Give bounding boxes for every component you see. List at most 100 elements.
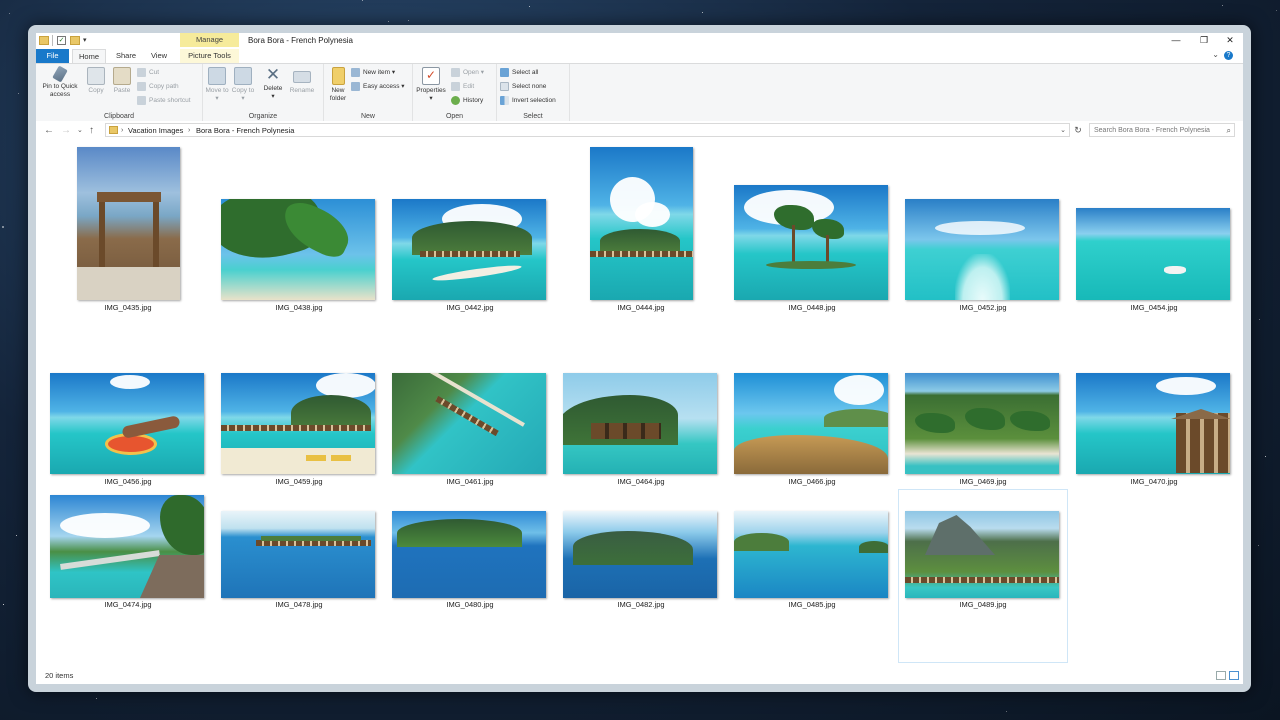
- file-item[interactable]: IMG_0466.jpg: [727, 315, 897, 489]
- delete-button[interactable]: ✕ Delete ▾: [259, 66, 287, 101]
- file-item[interactable]: IMG_0456.jpg: [43, 315, 213, 489]
- properties-button[interactable]: ✓ Properties ▾: [415, 67, 447, 103]
- select-none-button[interactable]: Select none: [500, 81, 546, 93]
- file-item[interactable]: IMG_0482.jpg: [556, 489, 726, 663]
- navigation-bar: ← → ⌄ ↑ › Vacation Images › Bora Bora - …: [36, 121, 1243, 141]
- refresh-icon[interactable]: ↻: [1072, 123, 1084, 137]
- new-item-button[interactable]: New item ▾: [351, 67, 395, 79]
- file-name: IMG_0466.jpg: [788, 477, 836, 486]
- file-item[interactable]: IMG_0448.jpg: [727, 141, 897, 315]
- search-input[interactable]: Search Bora Bora - French Polynesia ⌕: [1089, 123, 1235, 137]
- minimize-icon[interactable]: —: [1163, 34, 1189, 47]
- file-item[interactable]: IMG_0459.jpg: [214, 315, 384, 489]
- file-name: IMG_0438.jpg: [275, 303, 323, 312]
- star: [702, 12, 703, 13]
- history-icon: [451, 95, 460, 105]
- close-icon[interactable]: ✕: [1217, 34, 1243, 47]
- maximize-icon[interactable]: ❐: [1191, 34, 1217, 47]
- file-name: IMG_0485.jpg: [788, 600, 836, 609]
- cut-button[interactable]: Cut: [137, 67, 159, 79]
- paste-button[interactable]: Paste: [108, 67, 136, 95]
- new-folder-icon: [331, 67, 345, 85]
- file-item[interactable]: IMG_0442.jpg: [385, 141, 555, 315]
- star: [96, 698, 97, 699]
- file-item[interactable]: IMG_0444.jpg: [556, 141, 726, 315]
- file-item[interactable]: IMG_0470.jpg: [1069, 315, 1239, 489]
- copy-to-button[interactable]: Copy to ▾: [229, 67, 257, 103]
- recent-locations-icon[interactable]: ⌄: [77, 124, 83, 138]
- tab-manage[interactable]: Manage: [180, 33, 239, 47]
- image-thumbnail: [563, 373, 717, 474]
- help-icon[interactable]: ?: [1224, 51, 1233, 60]
- file-item[interactable]: IMG_0480.jpg: [385, 489, 555, 663]
- file-name: IMG_0482.jpg: [617, 600, 665, 609]
- large-icons-view-icon[interactable]: [1229, 671, 1239, 680]
- forward-icon[interactable]: →: [61, 124, 71, 138]
- copy-button[interactable]: Copy: [82, 67, 110, 95]
- group-new: New folder New item ▾ Easy access ▾ New: [324, 64, 413, 121]
- file-item[interactable]: IMG_0485.jpg: [727, 489, 897, 663]
- properties-quick-icon[interactable]: ✓: [57, 36, 66, 45]
- image-thumbnail: [392, 373, 546, 474]
- tab-view[interactable]: View: [144, 49, 174, 63]
- tab-share[interactable]: Share: [109, 49, 143, 63]
- select-all-button[interactable]: Select all: [500, 67, 538, 79]
- address-bar[interactable]: › Vacation Images › Bora Bora - French P…: [105, 123, 1070, 137]
- chevron-down-icon[interactable]: ⌄: [1060, 124, 1066, 137]
- star: [3, 604, 4, 605]
- ribbon: Pin to Quick access Copy Paste Cut Copy …: [36, 63, 1243, 122]
- new-folder-button[interactable]: New folder: [324, 67, 352, 103]
- scissors-icon: [137, 67, 146, 77]
- file-item[interactable]: IMG_0452.jpg: [898, 141, 1068, 315]
- tab-file[interactable]: File: [36, 49, 69, 63]
- chevron-down-icon[interactable]: ⌄: [1212, 50, 1219, 59]
- file-item[interactable]: IMG_0464.jpg: [556, 315, 726, 489]
- open-button[interactable]: Open ▾: [451, 67, 484, 79]
- group-label: Open: [445, 113, 464, 120]
- tab-picture-tools[interactable]: Picture Tools: [180, 49, 239, 63]
- file-name: IMG_0470.jpg: [1130, 477, 1178, 486]
- breadcrumb-vacation-images[interactable]: Vacation Images: [128, 124, 183, 137]
- easy-access-button[interactable]: Easy access ▾: [351, 81, 405, 93]
- details-view-icon[interactable]: [1216, 671, 1226, 680]
- image-thumbnail: [392, 511, 546, 598]
- file-item[interactable]: IMG_0478.jpg: [214, 489, 384, 663]
- file-item[interactable]: IMG_0474.jpg: [43, 489, 213, 663]
- status-bar: 20 items: [36, 669, 1243, 684]
- file-item[interactable]: IMG_0454.jpg: [1069, 141, 1239, 315]
- star: [388, 21, 389, 22]
- file-item-selected[interactable]: IMG_0489.jpg: [898, 489, 1068, 663]
- invert-selection-icon: [500, 95, 509, 105]
- star: [1276, 10, 1277, 11]
- search-icon: ⌕: [1226, 126, 1231, 135]
- paste-shortcut-icon: [137, 95, 146, 105]
- edit-button[interactable]: Edit: [451, 81, 474, 93]
- back-icon[interactable]: ←: [44, 124, 54, 138]
- customize-toolbar-icon[interactable]: ▾: [83, 35, 91, 46]
- file-name: IMG_0478.jpg: [275, 600, 323, 609]
- history-button[interactable]: History: [451, 95, 483, 107]
- chevron-right-icon[interactable]: ›: [188, 124, 190, 137]
- up-icon[interactable]: ↑: [89, 124, 94, 138]
- chevron-right-icon[interactable]: ›: [121, 124, 123, 137]
- rename-button[interactable]: Rename: [286, 67, 318, 95]
- image-thumbnail: [590, 147, 693, 300]
- breadcrumb-current-folder[interactable]: Bora Bora - French Polynesia: [196, 124, 294, 137]
- file-item[interactable]: IMG_0435.jpg: [43, 141, 213, 315]
- file-name: IMG_0459.jpg: [275, 477, 323, 486]
- new-folder-quick-icon[interactable]: [70, 36, 80, 45]
- move-to-button[interactable]: Move to ▾: [203, 67, 231, 103]
- star: [18, 93, 19, 94]
- copy-path-button[interactable]: Copy path: [137, 81, 179, 93]
- file-item[interactable]: IMG_0461.jpg: [385, 315, 555, 489]
- file-item[interactable]: IMG_0438.jpg: [214, 141, 384, 315]
- pin-to-quick-access-button[interactable]: Pin to Quick access: [38, 65, 82, 99]
- window-title: Bora Bora - French Polynesia: [248, 36, 353, 45]
- file-item[interactable]: IMG_0469.jpg: [898, 315, 1068, 489]
- properties-icon: ✓: [422, 67, 440, 85]
- star: [1222, 5, 1223, 6]
- invert-selection-button[interactable]: Invert selection: [500, 95, 556, 107]
- image-thumbnail: [1076, 373, 1230, 474]
- paste-shortcut-button[interactable]: Paste shortcut: [137, 95, 191, 107]
- tab-home[interactable]: Home: [72, 49, 106, 63]
